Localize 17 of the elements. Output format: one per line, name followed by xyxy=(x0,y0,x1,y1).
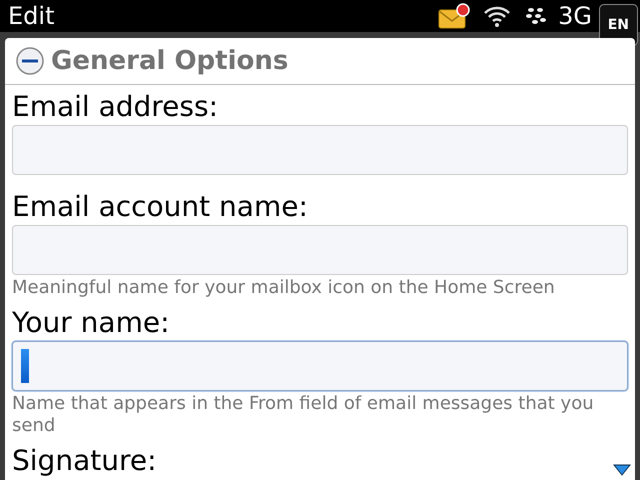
mail-icon[interactable] xyxy=(438,3,470,29)
section-title: General Options xyxy=(51,46,288,76)
scroll-down-icon xyxy=(613,464,631,476)
network-logo-icon xyxy=(524,6,546,26)
field-hint: Name that appears in the From field of email messages that you send xyxy=(12,393,595,437)
field-label: Your name: xyxy=(12,305,170,341)
field-label: Signature: xyxy=(12,443,157,479)
collapse-icon[interactable] xyxy=(15,46,45,76)
field-label: Email account name: xyxy=(12,189,308,225)
network-type: 3G xyxy=(558,2,592,30)
wifi-icon xyxy=(482,4,512,28)
field-hint: Meaningful name for your mailbox icon on the Home Screen xyxy=(12,277,556,299)
screen-title: Edit xyxy=(8,2,54,30)
input-field[interactable] xyxy=(12,341,628,391)
input-field[interactable] xyxy=(12,225,628,275)
field-label: Email address: xyxy=(12,89,218,125)
input-field[interactable] xyxy=(12,125,628,175)
